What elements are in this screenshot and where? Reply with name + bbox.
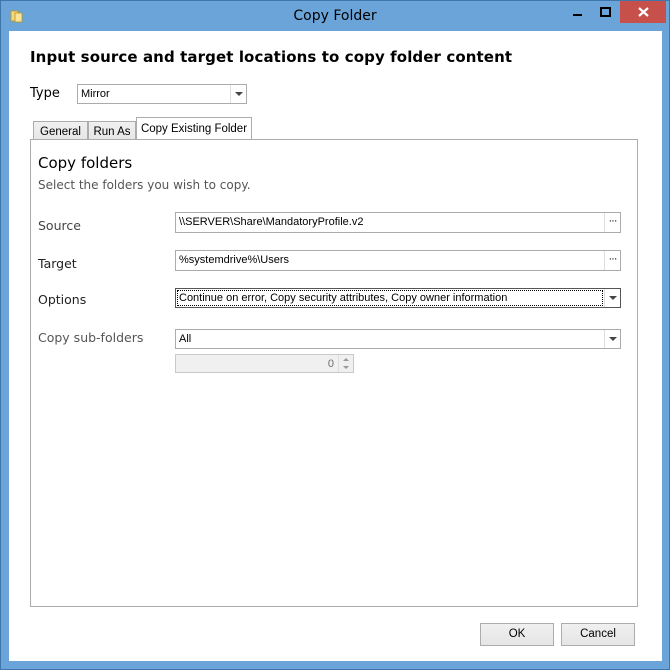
target-field[interactable]: %systemdrive%\Users ··· [175,250,621,271]
subfolders-label: Copy sub-folders [38,330,144,345]
subfolders-dropdown[interactable]: All [175,329,621,349]
chevron-down-icon[interactable] [604,330,620,348]
type-value: Mirror [81,88,110,100]
target-value: %systemdrive%\Users [179,254,290,266]
minimize-button[interactable] [564,1,591,23]
dialog-body: Input source and target locations to cop… [9,31,662,661]
maximize-button[interactable] [592,1,619,23]
maximize-icon [600,7,611,17]
type-dropdown[interactable]: Mirror [77,84,247,104]
target-label: Target [38,256,77,271]
title-bar[interactable]: Copy Folder [1,1,669,31]
options-value: Continue on error, Copy security attribu… [177,290,603,306]
source-value: \\SERVER\Share\MandatoryProfile.v2 [179,216,364,228]
tab-panel: Copy folders Select the folders you wish… [30,139,638,607]
type-label: Type [30,86,60,101]
dialog-heading: Input source and target locations to cop… [30,48,513,66]
chevron-down-icon[interactable] [230,85,246,103]
options-label: Options [38,292,87,307]
close-button[interactable] [620,1,666,23]
source-browse-button[interactable]: ··· [604,213,620,232]
copy-folder-window: Copy Folder Input source and target loca… [0,0,670,670]
source-field[interactable]: \\SERVER\Share\MandatoryProfile.v2 ··· [175,212,621,233]
ok-button[interactable]: OK [480,623,554,646]
subfolder-depth-stepper[interactable]: 0 [175,354,354,373]
minimize-icon [572,14,582,16]
cancel-button[interactable]: Cancel [561,623,635,646]
panel-subtitle: Select the folders you wish to copy. [38,178,251,192]
target-browse-button[interactable]: ··· [604,251,620,270]
chevron-down-icon[interactable] [604,289,620,307]
chevron-down-icon[interactable] [343,366,349,369]
spin-buttons[interactable] [338,355,353,372]
subfolder-depth-value: 0 [327,358,334,370]
chevron-up-icon[interactable] [343,358,349,361]
source-label: Source [38,218,81,233]
subfolders-value: All [179,333,192,345]
options-dropdown[interactable]: Continue on error, Copy security attribu… [175,288,621,308]
panel-title: Copy folders [38,154,133,172]
close-icon [637,7,649,17]
